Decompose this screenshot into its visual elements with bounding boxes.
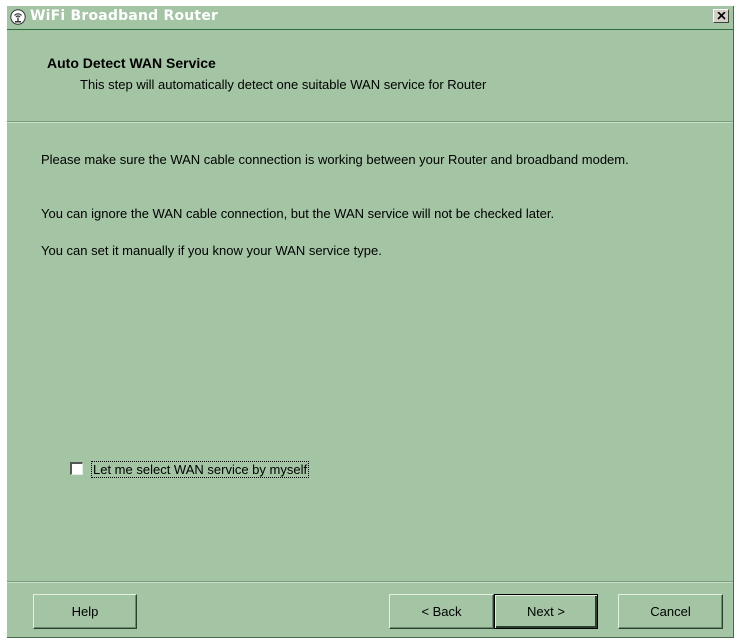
header-divider xyxy=(7,121,733,123)
manual-select-checkbox[interactable] xyxy=(70,462,83,475)
footer-divider xyxy=(7,581,733,583)
router-globe-icon xyxy=(10,9,26,25)
wizard-window: WiFi Broadband Router Auto Detect WAN Se… xyxy=(7,6,734,638)
close-x-icon xyxy=(717,12,726,20)
back-button[interactable]: < Back xyxy=(389,594,494,629)
close-button[interactable] xyxy=(713,9,729,23)
window-title: WiFi Broadband Router xyxy=(30,8,219,24)
title-bar[interactable]: WiFi Broadband Router xyxy=(7,6,733,30)
manual-select-label[interactable]: Let me select WAN service by myself xyxy=(91,461,310,478)
step-title: Auto Detect WAN Service xyxy=(47,55,216,71)
help-button[interactable]: Help xyxy=(33,594,137,629)
instruction-manual-setup: You can set it manually if you know your… xyxy=(41,243,382,258)
cancel-button[interactable]: Cancel xyxy=(618,594,723,629)
instruction-cable-check: Please make sure the WAN cable connectio… xyxy=(41,152,629,167)
next-button[interactable]: Next > xyxy=(494,594,598,629)
step-subtitle: This step will automatically detect one … xyxy=(80,77,487,92)
instruction-ignore-cable: You can ignore the WAN cable connection,… xyxy=(41,206,555,221)
